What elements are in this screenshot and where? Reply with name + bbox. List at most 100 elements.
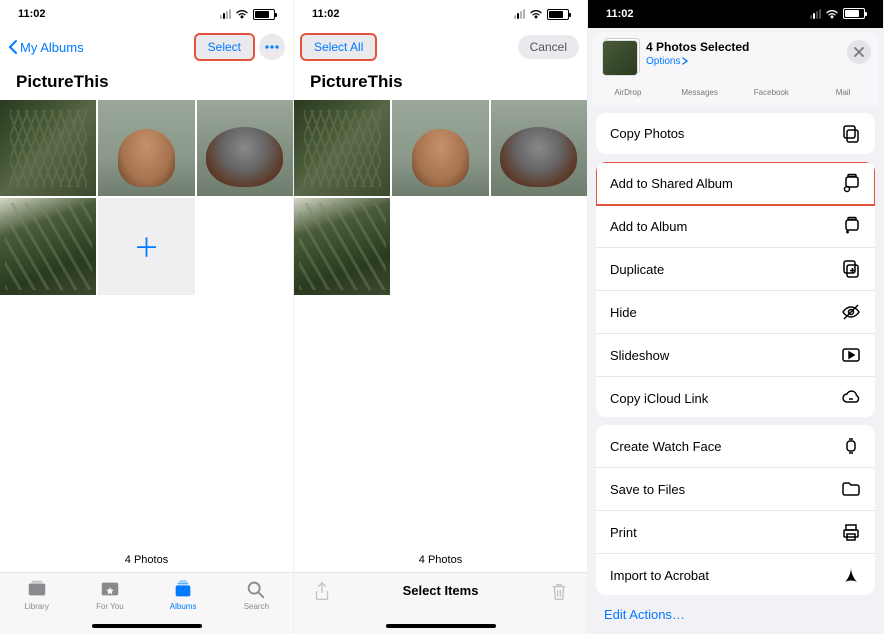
share-targets: AirDrop Messages Facebook Mail bbox=[592, 84, 879, 105]
nav-bar: Select All Cancel bbox=[294, 28, 587, 66]
status-time: 11:02 bbox=[18, 8, 46, 20]
status-bar: 11:02 bbox=[294, 0, 587, 28]
nav-bar: My Albums Select bbox=[0, 28, 293, 66]
wifi-icon bbox=[235, 9, 249, 19]
row-label: Add to Album bbox=[610, 219, 687, 234]
tab-label: For You bbox=[96, 602, 124, 611]
selection-title: 4 Photos Selected bbox=[646, 40, 749, 54]
printer-icon bbox=[841, 522, 861, 542]
action-group-2: Add to Shared Album Add to Album Duplica… bbox=[596, 162, 875, 417]
photo-thumb[interactable] bbox=[98, 100, 194, 196]
tab-label: Search bbox=[244, 602, 269, 611]
photo-thumb[interactable] bbox=[294, 100, 390, 196]
row-label: Add to Shared Album bbox=[610, 176, 733, 191]
tab-bar: Library For You Albums Search bbox=[0, 572, 293, 634]
share-icon bbox=[312, 581, 332, 603]
row-add-album[interactable]: Add to Album bbox=[596, 205, 875, 248]
action-group-3: Create Watch Face Save to Files Print Im… bbox=[596, 425, 875, 595]
status-indicators bbox=[810, 8, 865, 19]
share-mail[interactable]: Mail bbox=[807, 88, 879, 97]
battery-icon bbox=[547, 9, 569, 20]
signal-icon bbox=[514, 9, 525, 19]
share-airdrop[interactable]: AirDrop bbox=[592, 88, 664, 97]
back-label: My Albums bbox=[20, 40, 84, 55]
row-hide[interactable]: Hide bbox=[596, 291, 875, 334]
tab-albums[interactable]: Albums bbox=[147, 579, 220, 611]
delete-button[interactable] bbox=[549, 581, 569, 608]
trash-icon bbox=[549, 581, 569, 603]
duplicate-icon bbox=[841, 259, 861, 279]
row-copy-photos[interactable]: Copy Photos bbox=[596, 113, 875, 155]
photo-thumb[interactable] bbox=[0, 100, 96, 196]
add-photo-button[interactable]: ＋ bbox=[98, 198, 194, 294]
phone-select-mode: 11:02 Select All Cancel PictureThis 4 Ph… bbox=[294, 0, 588, 634]
folder-icon bbox=[841, 479, 861, 499]
row-label: Copy iCloud Link bbox=[610, 391, 708, 406]
close-button[interactable] bbox=[847, 40, 871, 64]
cancel-button[interactable]: Cancel bbox=[518, 35, 579, 59]
row-import-acrobat[interactable]: Import to Acrobat bbox=[596, 554, 875, 595]
status-time: 11:02 bbox=[606, 8, 634, 20]
row-add-shared-album[interactable]: Add to Shared Album bbox=[596, 162, 875, 205]
wifi-icon bbox=[825, 9, 839, 19]
options-link[interactable]: Options bbox=[646, 56, 749, 67]
status-bar: 11:02 bbox=[588, 0, 883, 28]
select-all-button[interactable]: Select All bbox=[302, 35, 375, 59]
row-slideshow[interactable]: Slideshow bbox=[596, 334, 875, 377]
photo-thumb[interactable] bbox=[0, 198, 96, 294]
row-duplicate[interactable]: Duplicate bbox=[596, 248, 875, 291]
share-messages[interactable]: Messages bbox=[664, 88, 736, 97]
status-indicators bbox=[220, 9, 275, 20]
battery-icon bbox=[253, 9, 275, 20]
photo-thumb[interactable] bbox=[197, 100, 293, 196]
photo-count: 4 Photos bbox=[0, 548, 293, 572]
row-label: Copy Photos bbox=[610, 126, 684, 141]
tab-library[interactable]: Library bbox=[0, 579, 73, 611]
battery-icon bbox=[843, 8, 865, 19]
row-label: Hide bbox=[610, 305, 637, 320]
more-button[interactable] bbox=[259, 34, 285, 60]
select-button[interactable]: Select bbox=[196, 35, 253, 59]
photo-thumb[interactable] bbox=[392, 100, 488, 196]
share-button[interactable] bbox=[312, 581, 332, 608]
tab-foryou[interactable]: For You bbox=[73, 579, 146, 611]
shared-album-icon bbox=[841, 173, 861, 193]
row-label: Import to Acrobat bbox=[610, 568, 709, 583]
photo-grid: ＋ bbox=[0, 100, 293, 295]
share-facebook[interactable]: Facebook bbox=[736, 88, 808, 97]
row-label: Slideshow bbox=[610, 348, 669, 363]
photo-grid bbox=[294, 100, 587, 295]
album-title: PictureThis bbox=[0, 66, 293, 100]
tab-search[interactable]: Search bbox=[220, 579, 293, 611]
status-bar: 11:02 bbox=[0, 0, 293, 28]
plus-icon: ＋ bbox=[134, 228, 160, 265]
row-label: Create Watch Face bbox=[610, 439, 722, 454]
edit-actions-link[interactable]: Edit Actions… bbox=[588, 595, 883, 634]
status-time: 11:02 bbox=[312, 8, 340, 20]
photo-thumb[interactable] bbox=[491, 100, 587, 196]
chevron-left-icon bbox=[8, 39, 18, 55]
album-title: PictureThis bbox=[294, 66, 587, 100]
signal-icon bbox=[220, 9, 231, 19]
tab-label: Library bbox=[24, 602, 48, 611]
row-save-files[interactable]: Save to Files bbox=[596, 468, 875, 511]
selection-thumb bbox=[602, 40, 638, 76]
row-label: Print bbox=[610, 525, 637, 540]
row-watch-face[interactable]: Create Watch Face bbox=[596, 425, 875, 468]
foryou-icon bbox=[99, 579, 121, 599]
row-icloud-link[interactable]: Copy iCloud Link bbox=[596, 377, 875, 417]
photo-thumb[interactable] bbox=[294, 198, 390, 294]
home-indicator[interactable] bbox=[92, 624, 202, 628]
acrobat-icon bbox=[841, 565, 861, 585]
play-rect-icon bbox=[841, 345, 861, 365]
watch-icon bbox=[841, 436, 861, 456]
phone-share-sheet: 11:02 4 Photos Selected Options AirDrop … bbox=[588, 0, 884, 634]
row-print[interactable]: Print bbox=[596, 511, 875, 554]
home-indicator[interactable] bbox=[386, 624, 496, 628]
signal-icon bbox=[810, 9, 821, 19]
share-header: 4 Photos Selected Options bbox=[592, 32, 879, 84]
row-label: Save to Files bbox=[610, 482, 685, 497]
back-button[interactable]: My Albums bbox=[8, 39, 84, 55]
select-toolbar: Select Items bbox=[294, 572, 587, 634]
action-group-1: Copy Photos bbox=[596, 113, 875, 155]
